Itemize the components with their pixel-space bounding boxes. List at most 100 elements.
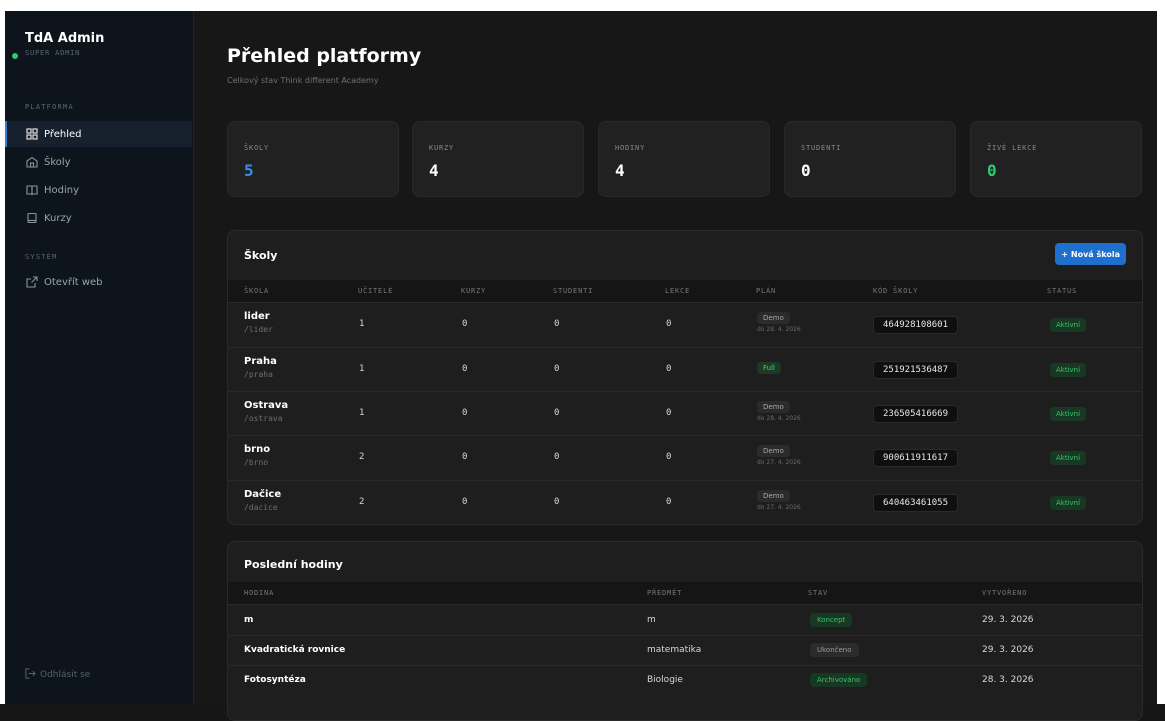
column-header[interactable]: KURZY [461, 287, 486, 295]
logout-label: Odhlásit se [40, 670, 91, 680]
page-title: Přehled platformy [227, 45, 422, 67]
table-row[interactable]: m m Koncept 29. 3. 2026 [228, 604, 1142, 635]
school-cell: Ostrava /ostrava [244, 400, 288, 423]
school-code[interactable]: 640463461055 [873, 494, 959, 512]
stat-value: 4 [429, 161, 439, 180]
code-cell: 236505416669 [873, 405, 959, 423]
students-count: 0 [554, 452, 560, 462]
sidebar-item-label: Přehled [44, 128, 82, 140]
sidebar-item-schools[interactable]: Školy [5, 149, 192, 175]
plan-badge: Demo [757, 490, 790, 502]
status-badge: Aktivní [1050, 407, 1087, 421]
grid-icon [25, 128, 38, 141]
school-code[interactable]: 251921536487 [873, 361, 959, 379]
lesson-created: 28. 3. 2026 [982, 675, 1034, 685]
sidebar-item-label: Kurzy [44, 212, 72, 224]
column-header[interactable]: STATUS [1047, 287, 1077, 295]
lesson-name: Kvadratická rovnice [244, 645, 346, 655]
status-cell: Aktivní [1050, 318, 1087, 332]
plan-cell: Demo do 28. 4. 2026 [757, 312, 801, 333]
column-header[interactable]: HODINA [244, 589, 274, 597]
table-row[interactable]: brno /brno 2 0 0 0 Demo do 27. 4. 2026 9… [228, 435, 1142, 480]
sidebar-item-lessons[interactable]: Hodiny [5, 177, 192, 203]
sidebar: TdA Admin SUPER ADMIN PLATFORMA Přehled … [5, 11, 194, 704]
column-header[interactable]: KÓD ŠKOLY [873, 287, 918, 295]
lessons-table-header: HODINA PŘEDMĚT STAV VYTVOŘENO [228, 582, 1142, 604]
lesson-state-cell: Ukončeno [810, 643, 859, 657]
logout-button[interactable]: Odhlásit se [25, 668, 90, 682]
sidebar-item-overview[interactable]: Přehled [5, 121, 192, 147]
column-header[interactable]: STUDENTI [553, 287, 593, 295]
school-cell: lider /lider [244, 311, 273, 334]
school-code[interactable]: 464928108601 [873, 316, 959, 334]
stat-card-students: STUDENTI 0 [784, 121, 956, 197]
status-badge: Aktivní [1050, 318, 1087, 332]
plan-badge: Demo [757, 312, 790, 324]
school-slug: /lider [244, 325, 273, 334]
column-header[interactable]: LEKCE [665, 287, 690, 295]
brand-role: SUPER ADMIN [25, 49, 81, 57]
logout-icon [25, 668, 36, 682]
school-code[interactable]: 900611911617 [873, 449, 959, 467]
table-row[interactable]: Dačice /dacice 2 0 0 0 Demo do 27. 4. 20… [228, 480, 1142, 524]
column-header[interactable]: STAV [808, 589, 828, 597]
schools-card: Školy + Nová škola ŠKOLA UČITELÉ KURZY S… [227, 230, 1143, 525]
teachers-count: 2 [359, 452, 365, 462]
teachers-count: 1 [359, 319, 365, 329]
column-header[interactable]: PŘEDMĚT [647, 589, 682, 597]
column-header[interactable]: ŠKOLA [244, 287, 269, 295]
teachers-count: 1 [359, 408, 365, 418]
lessons-count: 0 [666, 364, 672, 374]
plan-expiry: do 28. 4. 2026 [757, 326, 801, 333]
window-frame-right [1157, 0, 1165, 704]
sidebar-item-open-web[interactable]: Otevřít web [5, 269, 192, 295]
school-slug: /ostrava [244, 414, 283, 423]
plan-cell: Demo do 28. 4. 2026 [757, 401, 801, 422]
main-content: Přehled platformy Celkový stav Think dif… [194, 11, 1157, 721]
students-count: 0 [554, 408, 560, 418]
plan-cell: Demo do 27. 4. 2026 [757, 490, 801, 511]
stat-card-lessons: HODINY 4 [598, 121, 770, 197]
school-name: lider [244, 311, 270, 322]
lesson-state-badge: Koncept [810, 613, 853, 627]
sidebar-item-courses[interactable]: Kurzy [5, 205, 192, 231]
plan-badge: Demo [757, 401, 790, 413]
plan-expiry: do 27. 4. 2026 [757, 459, 801, 466]
brand: TdA Admin SUPER ADMIN [12, 31, 104, 59]
stat-value: 5 [244, 161, 254, 180]
stat-value: 4 [615, 161, 625, 180]
plan-expiry: do 27. 4. 2026 [757, 504, 801, 511]
stat-label: KURZY [429, 144, 455, 152]
course-icon [25, 212, 38, 225]
plan-cell: Demo do 27. 4. 2026 [757, 445, 801, 466]
lessons-count: 0 [666, 319, 672, 329]
table-row[interactable]: lider /lider 1 0 0 0 Demo do 28. 4. 2026… [228, 302, 1142, 347]
school-cell: brno /brno [244, 444, 270, 467]
lesson-state-badge: Archivováno [810, 673, 868, 687]
lesson-name: m [244, 615, 254, 625]
stat-label: STUDENTI [801, 144, 842, 152]
code-cell: 251921536487 [873, 361, 959, 379]
school-icon [25, 156, 38, 169]
table-row[interactable]: Praha /praha 1 0 0 0 Full 251921536487 A… [228, 347, 1142, 391]
table-row[interactable]: Kvadratická rovnice matematika Ukončeno … [228, 635, 1142, 665]
school-code[interactable]: 236505416669 [873, 405, 959, 423]
column-header[interactable]: PLÁN [756, 287, 776, 295]
code-cell: 640463461055 [873, 494, 959, 512]
school-name: Praha [244, 356, 277, 367]
schools-table-header: ŠKOLA UČITELÉ KURZY STUDENTI LEKCE PLÁN … [228, 280, 1142, 302]
table-row[interactable]: Ostrava /ostrava 1 0 0 0 Demo do 28. 4. … [228, 391, 1142, 435]
code-cell: 900611911617 [873, 449, 959, 467]
column-header[interactable]: VYTVOŘENO [982, 589, 1027, 597]
courses-count: 0 [462, 319, 468, 329]
status-badge: Aktivní [1050, 496, 1087, 510]
students-count: 0 [554, 497, 560, 507]
stat-value: 0 [987, 161, 997, 180]
column-header[interactable]: UČITELÉ [358, 287, 393, 295]
school-name: Dačice [244, 489, 282, 500]
lesson-created: 29. 3. 2026 [982, 645, 1034, 655]
table-row[interactable]: Fotosyntéza Biologie Archivováno 28. 3. … [228, 665, 1142, 695]
teachers-count: 2 [359, 497, 365, 507]
lesson-created: 29. 3. 2026 [982, 615, 1034, 625]
new-school-button[interactable]: + Nová škola [1055, 243, 1126, 265]
